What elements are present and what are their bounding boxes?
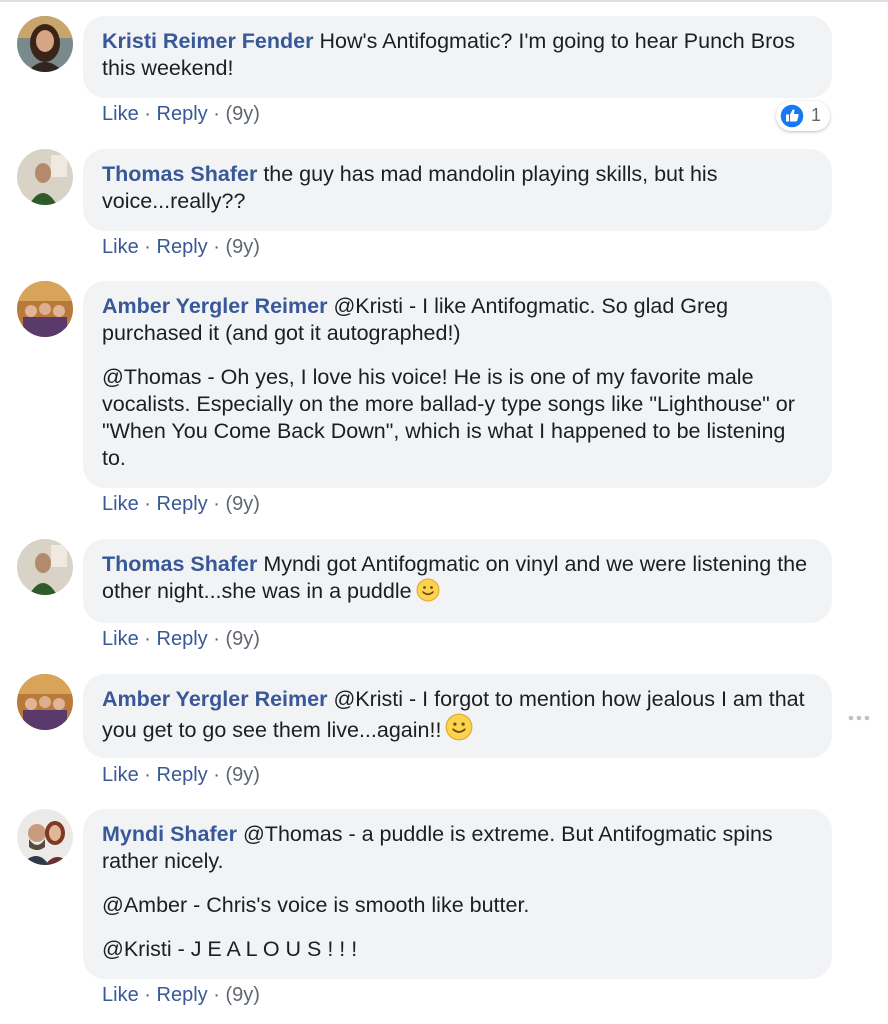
- separator: ·: [144, 236, 151, 258]
- comment-author[interactable]: Thomas Shafer: [102, 162, 257, 186]
- comment-actions: Like · Reply · (9y): [102, 627, 260, 651]
- separator: ·: [213, 236, 220, 258]
- avatar[interactable]: [17, 809, 73, 865]
- avatar[interactable]: [17, 539, 73, 595]
- comment-timestamp[interactable]: (9y): [225, 628, 259, 650]
- comment-timestamp[interactable]: (9y): [225, 764, 259, 786]
- separator: ·: [144, 764, 151, 786]
- comment-bubble: Amber Yergler Reimer @Kristi - I like An…: [83, 281, 832, 488]
- reply-button[interactable]: Reply: [157, 493, 208, 515]
- comment-bubble: Kristi Reimer Fender How's Antifogmatic?…: [83, 16, 832, 98]
- reply-button[interactable]: Reply: [157, 764, 208, 786]
- comment-author[interactable]: Amber Yergler Reimer: [102, 294, 327, 318]
- like-button[interactable]: Like: [102, 764, 139, 786]
- comment-actions: Like · Reply · (9y): [102, 763, 260, 787]
- comment-bubble: Thomas Shafer Myndi got Antifogmatic on …: [83, 539, 832, 623]
- comment-text: @Thomas - Oh yes, I love his voice! He i…: [102, 365, 795, 470]
- more-options-icon[interactable]: [847, 711, 871, 730]
- comment-timestamp[interactable]: (9y): [225, 984, 259, 1006]
- thumbs-up-icon: [779, 103, 805, 134]
- separator: ·: [144, 628, 151, 650]
- comment-bubble: Thomas Shafer the guy has mad mandolin p…: [83, 149, 832, 231]
- comment-text: @Kristi - J E A L O U S ! ! !: [102, 937, 358, 961]
- avatar[interactable]: [17, 149, 73, 205]
- comment-timestamp[interactable]: (9y): [225, 493, 259, 515]
- separator: ·: [213, 628, 220, 650]
- comment-author[interactable]: Thomas Shafer: [102, 552, 257, 576]
- avatar[interactable]: [17, 16, 73, 72]
- comment-timestamp[interactable]: (9y): [225, 236, 259, 258]
- slightly-smiling-face-icon: [445, 713, 473, 748]
- comment-bubble: Myndi Shafer @Thomas - a puddle is extre…: [83, 809, 832, 979]
- like-button[interactable]: Like: [102, 984, 139, 1006]
- comment-author[interactable]: Kristi Reimer Fender: [102, 29, 313, 53]
- comment-actions: Like · Reply · (9y): [102, 102, 260, 126]
- like-button[interactable]: Like: [102, 236, 139, 258]
- reply-button[interactable]: Reply: [157, 628, 208, 650]
- reply-button[interactable]: Reply: [157, 236, 208, 258]
- reply-button[interactable]: Reply: [157, 103, 208, 125]
- reply-button[interactable]: Reply: [157, 984, 208, 1006]
- comment-timestamp[interactable]: (9y): [225, 103, 259, 125]
- reaction-summary[interactable]: 1: [776, 101, 830, 131]
- separator: ·: [144, 493, 151, 515]
- like-button[interactable]: Like: [102, 628, 139, 650]
- comment-bubble: Amber Yergler Reimer @Kristi - I forgot …: [83, 674, 832, 758]
- reaction-count: 1: [811, 105, 822, 125]
- separator: ·: [213, 984, 220, 1006]
- top-divider: [0, 0, 888, 2]
- comment-actions: Like · Reply · (9y): [102, 235, 260, 259]
- like-button[interactable]: Like: [102, 493, 139, 515]
- comment-actions: Like · Reply · (9y): [102, 983, 260, 1007]
- avatar[interactable]: [17, 674, 73, 730]
- comment-author[interactable]: Amber Yergler Reimer: [102, 687, 327, 711]
- separator: ·: [213, 493, 220, 515]
- comment-text: @Amber - Chris's voice is smooth like bu…: [102, 893, 530, 917]
- like-button[interactable]: Like: [102, 103, 139, 125]
- separator: ·: [144, 103, 151, 125]
- avatar[interactable]: [17, 281, 73, 337]
- slightly-smiling-face-icon: [416, 578, 440, 609]
- separator: ·: [213, 103, 220, 125]
- separator: ·: [144, 984, 151, 1006]
- comment-actions: Like · Reply · (9y): [102, 492, 260, 516]
- separator: ·: [213, 764, 220, 786]
- comment-author[interactable]: Myndi Shafer: [102, 822, 237, 846]
